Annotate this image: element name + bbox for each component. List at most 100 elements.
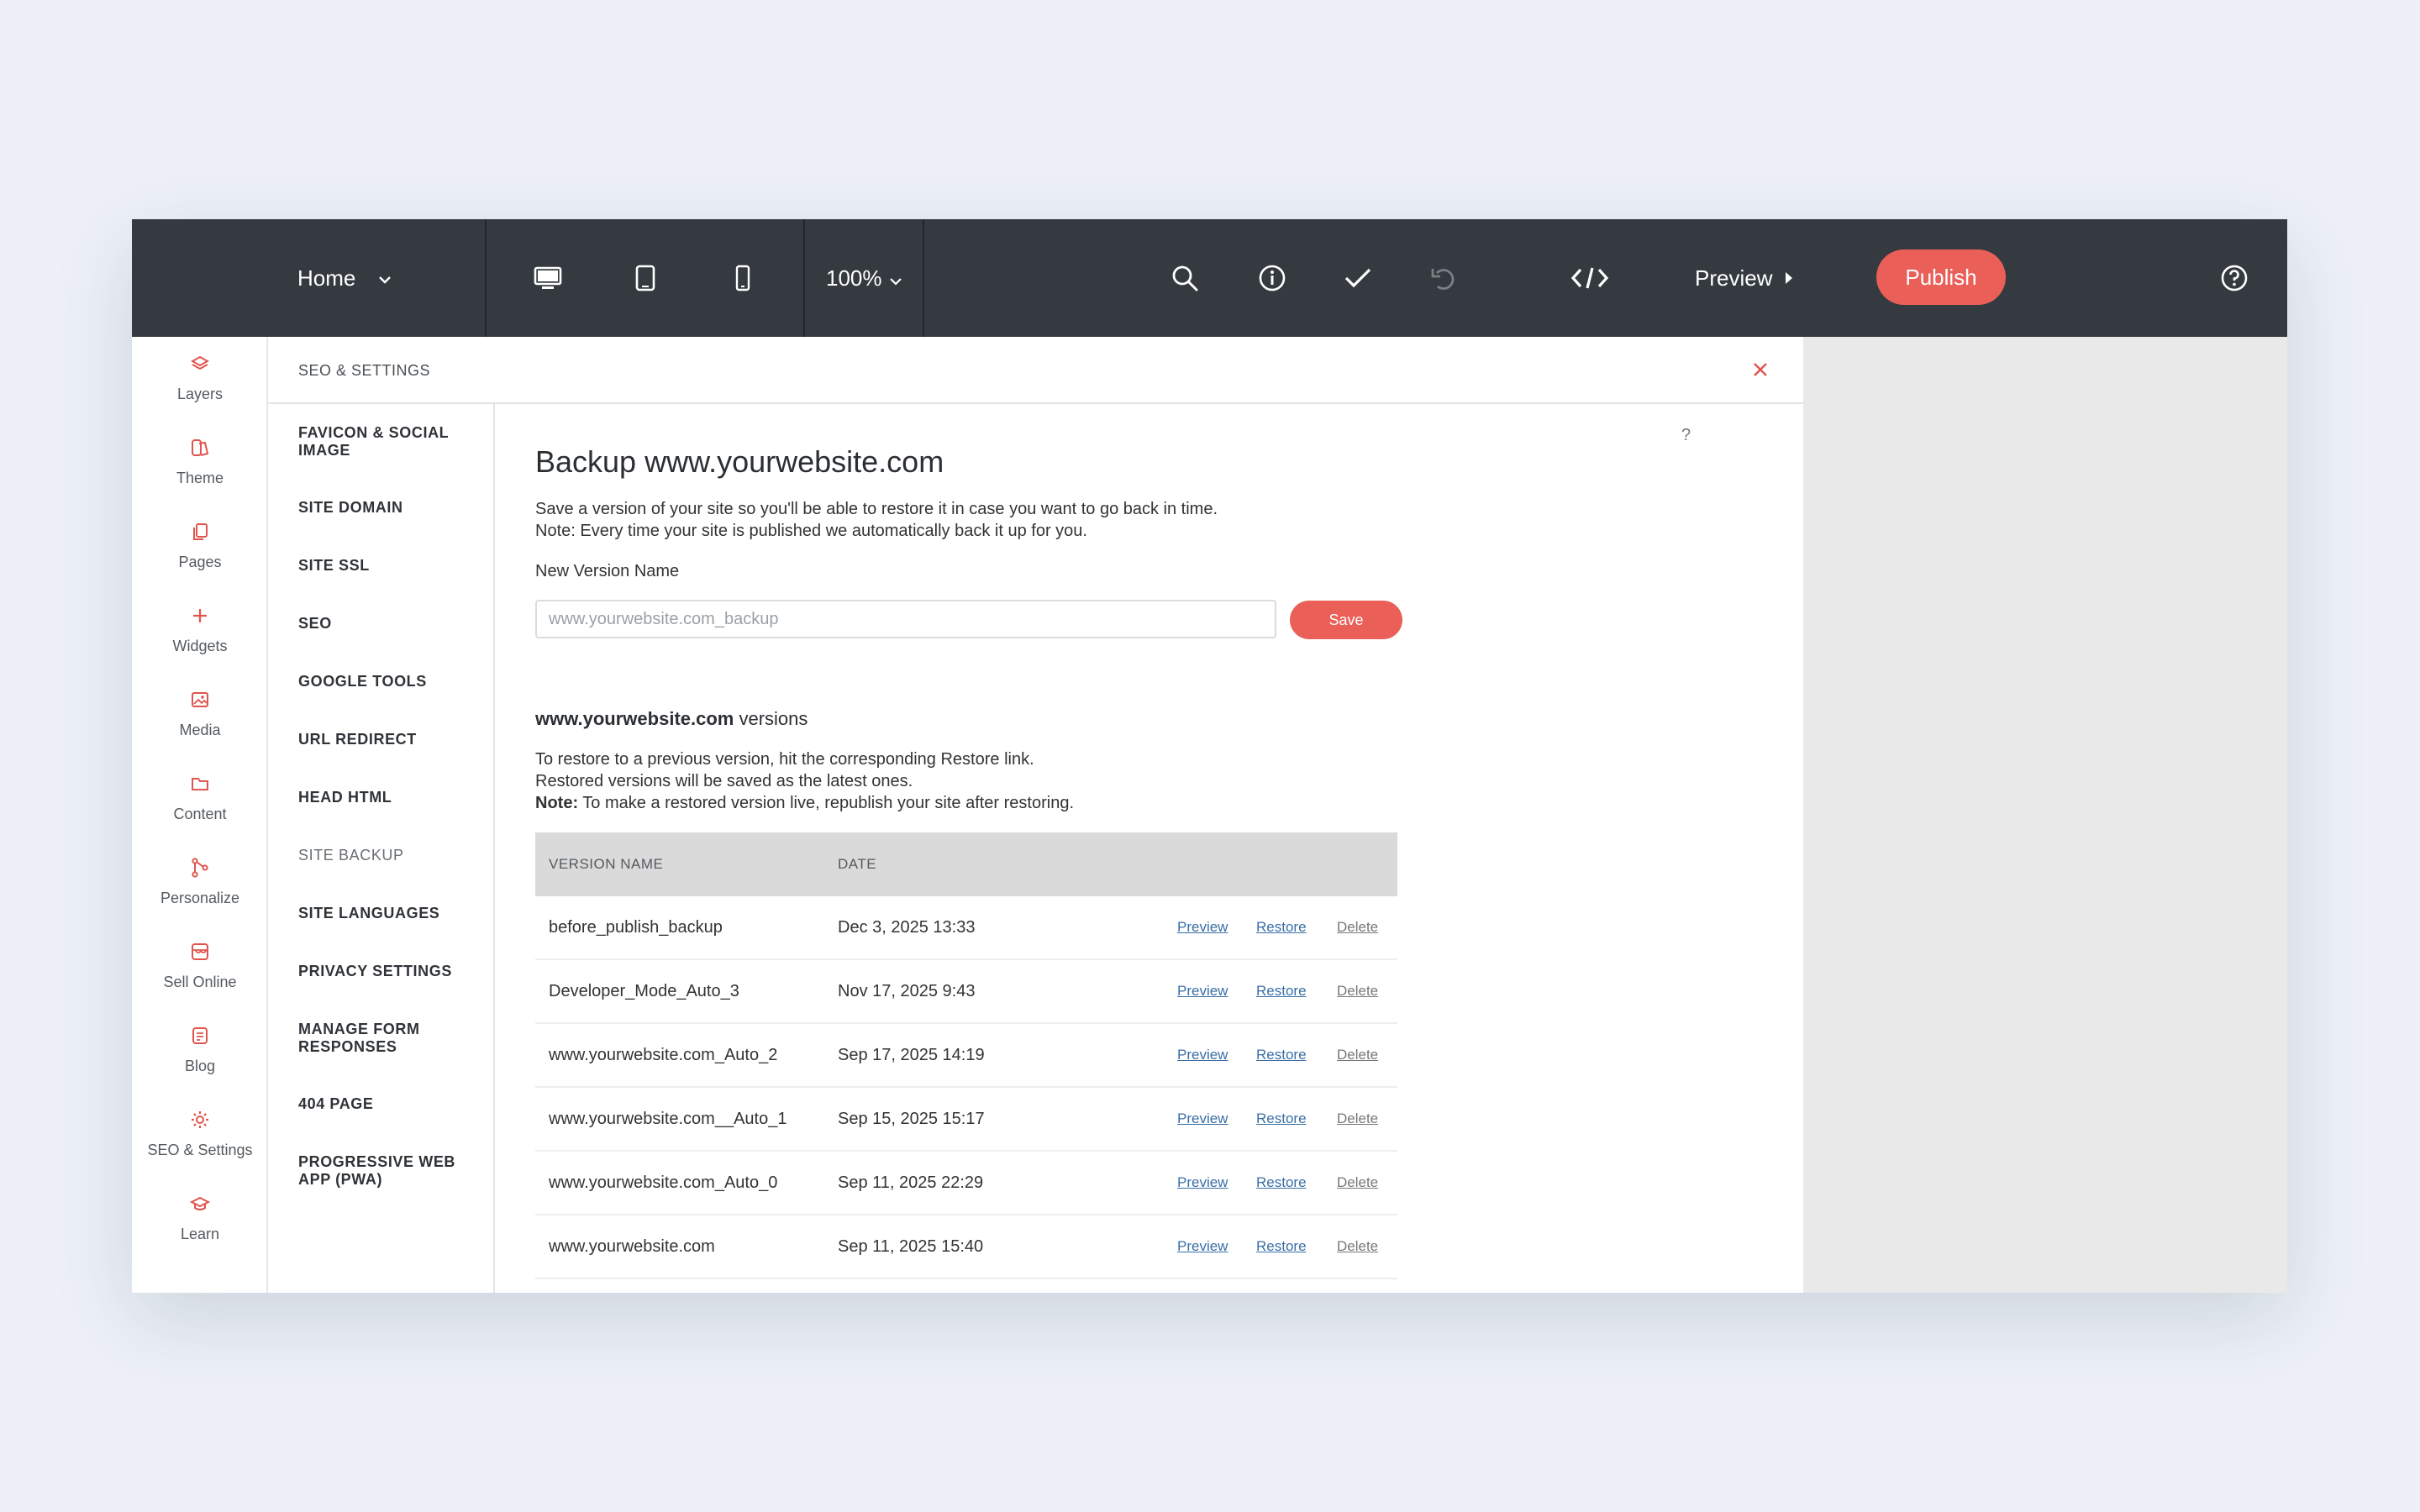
restore-link[interactable]: Restore [1256,1238,1307,1255]
close-icon [1751,363,1770,382]
rail-item-content[interactable]: Content [132,769,268,844]
subnav-item-404-page[interactable]: 404 PAGE [298,1095,483,1113]
version-name: www.yourwebsite.com [549,1236,715,1256]
restore-link[interactable]: Restore [1256,1174,1307,1191]
preview-button[interactable]: Preview [1695,219,1794,337]
check-button[interactable] [1344,219,1372,337]
pages-icon [192,517,208,547]
preview-link[interactable]: Preview [1177,1238,1228,1255]
info-icon [1258,264,1286,292]
subnav-item-site-domain[interactable]: SITE DOMAIN [298,499,483,517]
code-icon [1570,265,1609,291]
version-date: Sep 15, 2025 15:17 [838,1109,985,1128]
blog-icon [192,1021,208,1051]
info-button[interactable] [1258,219,1286,337]
help-circle-icon [2220,264,2249,292]
subnav-item-site-ssl[interactable]: SITE SSL [298,557,483,575]
close-panel-button[interactable] [1751,360,1770,383]
delete-link[interactable]: Delete [1337,983,1378,1000]
save-button[interactable]: Save [1290,601,1402,639]
subnav-item-head-html[interactable]: HEAD HTML [298,789,483,806]
undo-icon [1429,265,1458,291]
delete-link[interactable]: Delete [1337,1047,1378,1063]
version-name: www.yourwebsite.com_Auto_0 [549,1173,778,1192]
version-date: Sep 11, 2025 15:40 [838,1236,984,1256]
mobile-view-button[interactable] [734,219,751,337]
rail-item-sell-online[interactable]: Sell Online [132,937,268,1012]
restore-link[interactable]: Restore [1256,1047,1307,1063]
subnav-item-site-languages[interactable]: SITE LANGUAGES [298,905,483,922]
publish-button[interactable]: Publish [1876,249,2006,305]
table-row: www.yourwebsite.com_Auto_2 Sep 17, 2025 … [535,1024,1397,1088]
delete-link[interactable]: Delete [1337,1174,1378,1191]
delete-link[interactable]: Delete [1337,1110,1378,1127]
version-name: Developer_Mode_Auto_3 [549,981,739,1000]
page-title: Backup www.yourwebsite.com [535,444,944,479]
help-button[interactable] [2220,219,2249,337]
graduation-cap-icon [190,1189,210,1219]
rail-item-learn[interactable]: Learn [132,1189,268,1264]
theme-icon [191,433,209,463]
rail-item-pages[interactable]: Pages [132,517,268,592]
version-name: www.yourwebsite.com_Auto_2 [549,1045,778,1064]
backup-description: Save a version of your site so you'll be… [535,500,1218,540]
subnav-item-url-redirect[interactable]: URL REDIRECT [298,731,483,748]
tablet-icon [634,265,656,291]
table-header: VERSION NAME DATE [535,832,1397,896]
preview-link[interactable]: Preview [1177,1174,1228,1191]
page-selector[interactable]: Home [297,219,392,337]
rail-item-media[interactable]: Media [132,685,268,760]
table-row: www.yourwebsite.com__Auto_1 Sep 15, 2025… [535,1088,1397,1152]
preview-link[interactable]: Preview [1177,1047,1228,1063]
toolbar-divider [803,219,805,337]
subnav-item-site-backup[interactable]: SITE BACKUP [298,847,483,864]
gear-icon [190,1105,210,1135]
subnav-item-pwa[interactable]: PROGRESSIVE WEB APP (PWA) [298,1153,483,1189]
delete-link[interactable]: Delete [1337,919,1378,936]
subnav-item-google-tools[interactable]: GOOGLE TOOLS [298,673,483,690]
layers-icon [191,349,209,379]
desktop-view-button[interactable] [534,219,562,337]
subnav-item-privacy-settings[interactable]: PRIVACY SETTINGS [298,963,483,980]
table-row: www.yourwebsite.com Sep 11, 2025 15:40 P… [535,1215,1397,1279]
toolbar-divider [485,219,487,337]
rail-item-blog[interactable]: Blog [132,1021,268,1096]
editor-window: Home 100% Preview Publish Layers Theme P… [132,219,2287,1293]
tablet-view-button[interactable] [634,219,656,337]
restore-link[interactable]: Restore [1256,983,1307,1000]
store-icon [191,937,209,967]
help-link[interactable]: ? [1681,426,1691,445]
version-name: before_publish_backup [549,917,723,937]
panel-title: SEO & SETTINGS [298,362,431,379]
restore-link[interactable]: Restore [1256,919,1307,936]
search-button[interactable] [1171,219,1199,337]
check-icon [1344,266,1372,290]
rail-item-theme[interactable]: Theme [132,433,268,508]
zoom-selector[interactable]: 100% [826,219,902,337]
rail-item-personalize[interactable]: Personalize [132,853,268,928]
rail-item-widgets[interactable]: Widgets [132,601,268,676]
subnav-item-favicon[interactable]: FAVICON & SOCIAL IMAGE [298,424,483,459]
delete-link[interactable]: Delete [1337,1238,1378,1255]
subnav-item-form-responses[interactable]: MANAGE FORM RESPONSES [298,1021,483,1056]
subnav-item-seo[interactable]: SEO [298,615,483,633]
play-icon [1784,265,1794,291]
chevron-down-icon [377,266,392,291]
version-date: Sep 17, 2025 14:19 [838,1045,985,1064]
top-toolbar: Home 100% Preview Publish [132,219,2287,337]
preview-link[interactable]: Preview [1177,1110,1228,1127]
column-header-date: DATE [838,856,877,872]
restore-link[interactable]: Restore [1256,1110,1307,1127]
branch-icon [191,853,209,883]
rail-item-layers[interactable]: Layers [132,349,268,424]
undo-button[interactable] [1429,219,1458,337]
preview-link[interactable]: Preview [1177,919,1228,936]
mobile-icon [734,265,751,291]
rail-item-seo-settings[interactable]: SEO & Settings [132,1105,268,1180]
restore-description: To restore to a previous version, hit th… [535,750,1075,812]
preview-link[interactable]: Preview [1177,983,1228,1000]
panel-header: SEO & SETTINGS [268,337,1803,404]
code-editor-button[interactable] [1570,219,1609,337]
version-name-input[interactable] [535,600,1276,638]
left-icon-rail: Layers Theme Pages Widgets Media Content… [132,337,268,1293]
